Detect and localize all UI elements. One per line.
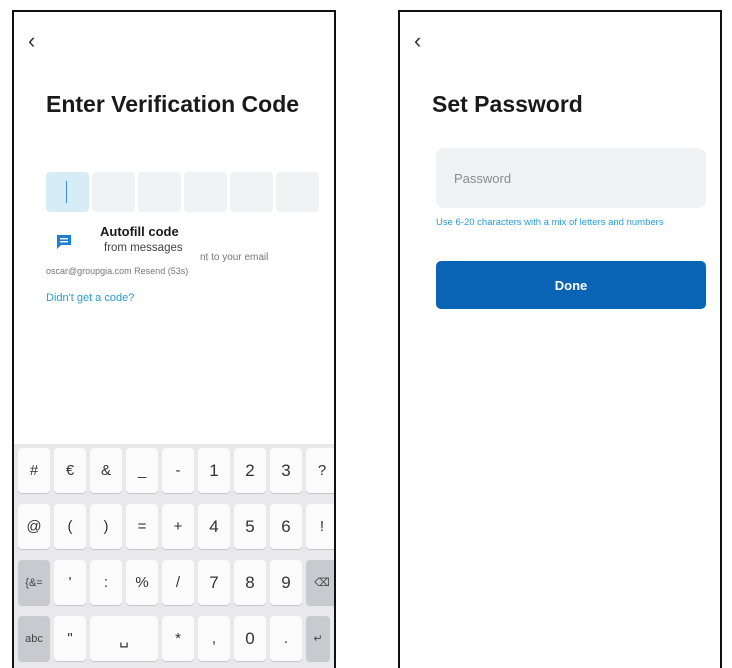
- key-symbol[interactable]: #: [18, 448, 50, 493]
- key-5[interactable]: 5: [234, 504, 266, 549]
- sent-to-email-text: nt to your email: [200, 252, 269, 263]
- keyboard-row: @() = +4 5 6!: [14, 500, 334, 553]
- key-symbol[interactable]: ,: [198, 616, 230, 661]
- page-title: Set Password: [432, 91, 583, 117]
- key-4[interactable]: 4: [198, 504, 230, 549]
- enter-key[interactable]: ↵: [306, 616, 330, 661]
- password-input[interactable]: [436, 148, 706, 208]
- page-title: Enter Verification Code: [46, 91, 300, 117]
- key-symbol[interactable]: €: [54, 448, 86, 493]
- key-6[interactable]: 6: [270, 504, 302, 549]
- code-digit-6[interactable]: [276, 172, 319, 212]
- key-symbol[interactable]: ": [54, 616, 86, 661]
- key-symbol[interactable]: %: [126, 560, 158, 605]
- key-symbol[interactable]: ': [54, 560, 86, 605]
- key-symbol[interactable]: /: [162, 560, 194, 605]
- key-symbol[interactable]: &: [90, 448, 122, 493]
- set-password-screen: ‹ Set Password Use 6-20 characters with …: [398, 10, 722, 668]
- key-symbol[interactable]: :: [90, 560, 122, 605]
- key-symbol[interactable]: @: [18, 504, 50, 549]
- key-1[interactable]: 1: [198, 448, 230, 493]
- message-icon: [50, 228, 78, 256]
- keyboard-row: abc " ␣ *, 0. ↵: [14, 612, 334, 665]
- space-key[interactable]: ␣: [90, 616, 158, 661]
- key-symbol[interactable]: ): [90, 504, 122, 549]
- key-symbol[interactable]: ?: [306, 448, 334, 493]
- autofill-subtitle: from messages: [104, 242, 183, 254]
- symbols-key[interactable]: {&=: [18, 560, 50, 605]
- text-caret: [66, 181, 67, 203]
- autofill-suggestion[interactable]: Autofill code from messages: [50, 224, 183, 256]
- autofill-title: Autofill code: [100, 224, 179, 239]
- code-digit-1[interactable]: [46, 172, 89, 212]
- code-digit-4[interactable]: [184, 172, 227, 212]
- abc-key[interactable]: abc: [18, 616, 50, 661]
- key-7[interactable]: 7: [198, 560, 230, 605]
- verification-screen: ‹ Enter Verification Code Autofill code …: [12, 10, 336, 668]
- keyboard-row: # € & _ -1 2 3?: [14, 444, 334, 497]
- key-3[interactable]: 3: [270, 448, 302, 493]
- key-symbol[interactable]: -: [162, 448, 194, 493]
- password-hint: Use 6-20 characters with a mix of letter…: [436, 217, 664, 228]
- numeric-keyboard: # € & _ -1 2 3? @() = +4 5 6! {&= ':%/7 8 9 ⌫ abc " ␣ *, 0. ↵: [14, 444, 334, 668]
- code-digit-2[interactable]: [92, 172, 135, 212]
- code-input-row: [46, 172, 319, 212]
- key-8[interactable]: 8: [234, 560, 266, 605]
- back-button[interactable]: ‹: [28, 30, 35, 52]
- done-button[interactable]: Done: [436, 261, 706, 309]
- key-symbol[interactable]: +: [162, 504, 194, 549]
- no-code-link[interactable]: Didn't get a code?: [46, 292, 134, 304]
- code-digit-5[interactable]: [230, 172, 273, 212]
- key-9[interactable]: 9: [270, 560, 302, 605]
- key-symbol[interactable]: !: [306, 504, 334, 549]
- email-resend-line: oscar@groupgia.com Resend (53s): [46, 266, 189, 276]
- key-symbol[interactable]: _: [126, 448, 158, 493]
- code-digit-3[interactable]: [138, 172, 181, 212]
- keyboard-row: {&= ':%/7 8 9 ⌫: [14, 556, 334, 609]
- key-2[interactable]: 2: [234, 448, 266, 493]
- key-symbol[interactable]: .: [270, 616, 302, 661]
- key-0[interactable]: 0: [234, 616, 266, 661]
- key-symbol[interactable]: =: [126, 504, 158, 549]
- backspace-key[interactable]: ⌫: [306, 560, 334, 605]
- key-symbol[interactable]: *: [162, 616, 194, 661]
- key-symbol[interactable]: (: [54, 504, 86, 549]
- back-button[interactable]: ‹: [414, 30, 421, 52]
